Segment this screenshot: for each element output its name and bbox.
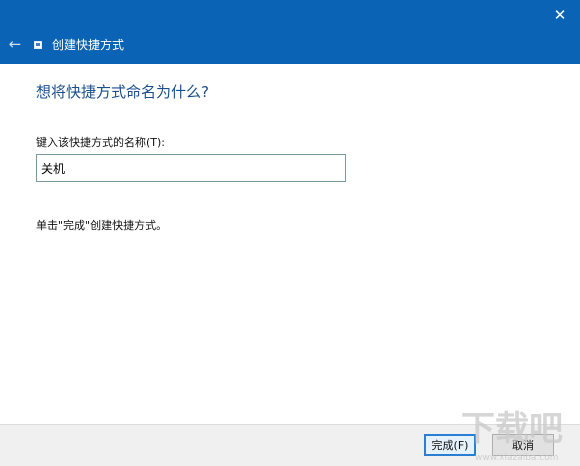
shortcut-name-label: 键入该快捷方式的名称(T): — [36, 136, 166, 149]
cancel-button[interactable]: 取消 — [492, 434, 554, 456]
finish-hint-text: 单击"完成"创建快捷方式。 — [36, 219, 168, 232]
back-arrow-icon: ← — [8, 34, 22, 53]
shortcut-app-icon — [34, 41, 42, 49]
close-button[interactable]: ✕ — [540, 0, 580, 30]
window-title: 创建快捷方式 — [52, 38, 125, 52]
close-icon: ✕ — [553, 5, 567, 24]
shortcut-wizard-window: ✕ ← 创建快捷方式 想将快捷方式命名为什么? 键入该快捷方式的名称(T): 单… — [0, 0, 580, 466]
title-bar: ✕ ← 创建快捷方式 — [0, 0, 580, 64]
finish-button[interactable]: 完成(F) — [424, 434, 476, 456]
page-heading: 想将快捷方式命名为什么? — [36, 83, 209, 101]
back-button[interactable]: ← — [4, 34, 26, 54]
shortcut-name-input[interactable] — [36, 154, 346, 182]
